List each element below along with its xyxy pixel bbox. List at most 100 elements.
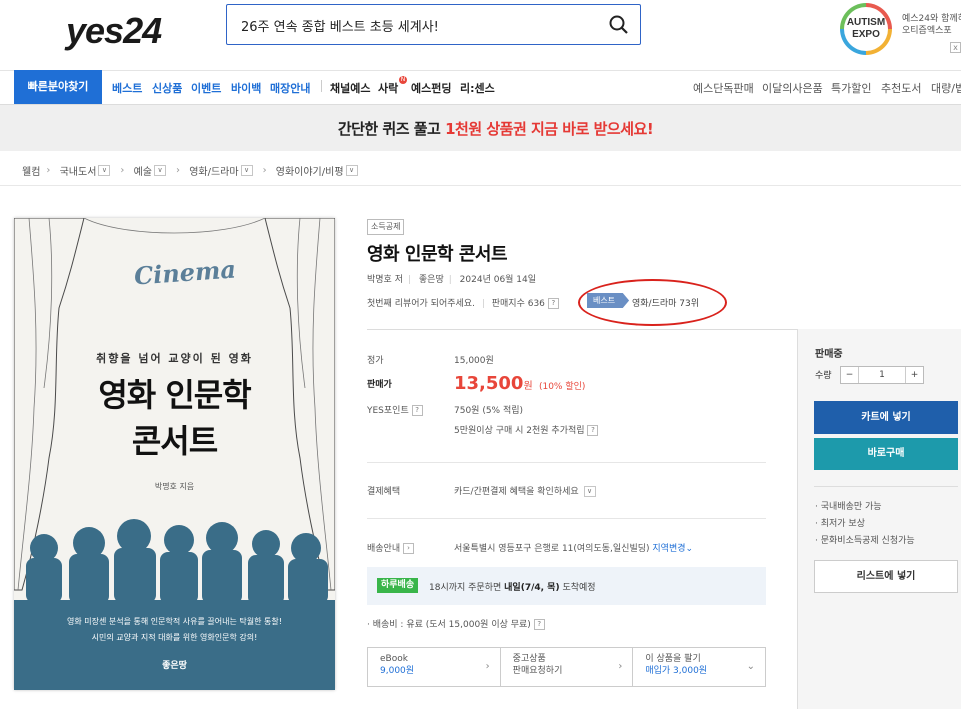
nav-best[interactable]: 베스트	[112, 80, 142, 96]
region-change-link[interactable]: 지역변경	[652, 544, 685, 554]
quantity-minus-button[interactable]: −	[841, 367, 858, 383]
nav-gift[interactable]: 이달의사은품	[762, 80, 823, 96]
chevron-right-icon[interactable]: ›	[403, 543, 414, 554]
cover-author: 박명호 지음	[154, 482, 195, 491]
chevron-down-icon[interactable]: ∨	[345, 165, 358, 176]
nav-buyback[interactable]: 바이백	[231, 80, 261, 96]
help-icon[interactable]: ?	[547, 298, 559, 309]
option-ebook[interactable]: eBook 9,000원 ›	[368, 648, 501, 686]
option-value: 판매요청하기	[512, 666, 563, 676]
nav-top-border	[0, 70, 961, 71]
chevron-down-icon[interactable]: ∨	[240, 165, 253, 176]
autism-expo-badge[interactable]: AUTISM EXPO	[840, 3, 892, 55]
expo-promo-text[interactable]: 예스24와 함께하는 오티즘엑스포	[902, 13, 961, 37]
book-cover[interactable]: Cinema 취향을 넘어 교양이 된 영화 영화 인문학 콘서트 박명호 지음…	[14, 218, 335, 690]
add-to-wishlist-button[interactable]: 리스트에 넣기	[814, 560, 958, 593]
nav-new[interactable]: 신상품	[152, 80, 182, 96]
review-link[interactable]: 첫번째 리뷰어가 되어주세요.	[367, 299, 475, 309]
cover-publisher: 좋은땅	[162, 661, 187, 671]
option-value: 9,000원	[380, 666, 415, 676]
shipping-fee-text: 배송비 : 유료 (도서 15,000원 이상 무료)	[372, 620, 531, 630]
author-link[interactable]: 박명호 저	[367, 275, 403, 285]
extra-point: 5만원이상 구매 시 2천원 추가적립 ?	[454, 423, 599, 436]
delivery-estimate-date: 내일(7/4, 목)	[504, 583, 560, 593]
product-meta: 박명호 저 | 좋은땅 | 2024년 06월 14일	[367, 275, 537, 285]
add-to-cart-button[interactable]: 카트에 넣기	[814, 401, 958, 434]
search-icon[interactable]	[608, 14, 630, 36]
search-input[interactable]: 26주 연속 종합 베스트 초등 세계사!	[241, 16, 439, 35]
yes24-logo[interactable]: yes24	[66, 10, 162, 52]
delivery-estimate-prefix: 18시까지 주문하면	[429, 583, 505, 593]
quantity-plus-button[interactable]: +	[906, 367, 923, 383]
nav-channel-yes[interactable]: 채널예스	[330, 80, 370, 96]
nav-exclusive[interactable]: 예스단독판매	[693, 80, 754, 96]
section-divider	[367, 462, 766, 463]
option-value: 매입가 3,000원	[645, 666, 708, 676]
search-box[interactable]: 26주 연속 종합 베스트 초등 세계사!	[226, 4, 641, 45]
delivery-address: 서울특별시 영등포구 은행로 11(여의도동,일신빌딩) 지역변경⌄	[454, 541, 693, 554]
option-title: 중고상품	[512, 654, 546, 664]
buy-now-button[interactable]: 바로구매	[814, 438, 958, 470]
quick-category-button[interactable]: 빠른분야찾기	[14, 70, 102, 104]
quiz-banner-text[interactable]: 간단한 퀴즈 풀고 1천원 상품권 지금 바로 받으세요!	[0, 118, 961, 139]
chevron-down-icon[interactable]: ∨	[154, 165, 166, 176]
publish-date: 2024년 06월 14일	[459, 275, 537, 285]
breadcrumb-film-criticism[interactable]: 영화이야기/비평	[276, 163, 344, 178]
quantity-input[interactable]: 1	[858, 367, 906, 383]
nav-license[interactable]: 리:센스	[460, 80, 495, 96]
chevron-right-icon: ›	[262, 165, 267, 176]
section-divider	[367, 518, 766, 519]
chevron-right-icon: ›	[485, 661, 490, 672]
payment-benefit-text: 카드/간편결제 혜택을 확인하세요	[454, 487, 579, 497]
nav-bulk[interactable]: 대량/법	[931, 80, 961, 96]
cover-subtitle: 취향을 넘어 교양이 된 영화	[96, 352, 253, 365]
nav-sarak[interactable]: 사락	[378, 80, 398, 96]
breadcrumb-welcome[interactable]: 웰컴	[22, 163, 40, 178]
nav-event[interactable]: 이벤트	[191, 80, 221, 96]
chevron-down-icon[interactable]: ∨	[98, 165, 111, 176]
publisher-link[interactable]: 좋은땅	[419, 275, 444, 285]
notice-domestic: · 국내배송만 가능	[815, 502, 882, 512]
yes-point-value: 750원 (5% 적립)	[454, 406, 524, 416]
chevron-right-icon: ›	[176, 165, 180, 176]
yes-point-label: YES포인트 ?	[367, 403, 423, 416]
chevron-right-icon: ›	[46, 165, 51, 176]
option-used[interactable]: 중고상품 판매요청하기 ›	[501, 648, 634, 686]
quantity-stepper[interactable]: − 1 +	[840, 366, 924, 384]
banner-text-plain: 간단한 퀴즈 풀고	[337, 120, 446, 138]
purchase-options: eBook 9,000원 › 중고상품 판매요청하기 › 이 상품을 팔기 매입…	[367, 647, 766, 687]
sale-price: 13,500원 (10% 할인)	[454, 373, 585, 394]
help-icon[interactable]: ?	[411, 405, 423, 416]
nav-funding[interactable]: 예스펀딩	[411, 80, 451, 96]
breadcrumb-film-drama[interactable]: 영화/드라마	[189, 163, 238, 178]
payment-benefit-label: 결제혜택	[367, 487, 401, 497]
new-badge: N	[399, 76, 407, 84]
breadcrumb-domestic[interactable]: 국내도서	[60, 163, 97, 178]
payment-benefit-value[interactable]: 카드/간편결제 혜택을 확인하세요 ∨	[454, 484, 600, 497]
nav-discount[interactable]: 특가할인	[831, 80, 871, 96]
nav-store[interactable]: 매장안내	[270, 80, 310, 96]
breadcrumb: 웰컴 › 국내도서 ∨ › 예술 ∨ › 영화/드라마 ∨ › 영화이야기/비평 ∨	[22, 163, 362, 178]
expo-text-line2: 오티즘엑스포	[902, 26, 952, 36]
list-price-label: 정가	[367, 356, 384, 366]
option-title: 이 상품을 팔기	[645, 654, 701, 664]
expo-text-line1: 예스24와 함께하는	[902, 14, 961, 24]
option-sell[interactable]: 이 상품을 팔기 매입가 3,000원 ⌄	[633, 648, 765, 686]
chevron-down-icon[interactable]: ∨	[583, 486, 596, 497]
nav-recommend[interactable]: 추천도서	[881, 80, 921, 96]
cover-desc-line2: 시민의 교양과 지적 대화를 위한 영화인문학 강의!	[91, 633, 258, 642]
close-icon[interactable]: x	[950, 42, 961, 53]
tax-deduction-tag: 소득공제	[367, 219, 405, 235]
banner-text-highlight: 1천원 상품권 지금 바로 받으세요!	[445, 120, 654, 138]
chevron-down-icon[interactable]: ⌄	[686, 544, 694, 554]
breadcrumb-divider	[0, 185, 961, 186]
help-icon[interactable]: ?	[533, 619, 545, 630]
help-icon[interactable]: ?	[587, 425, 599, 436]
breadcrumb-art[interactable]: 예술	[134, 163, 152, 178]
delivery-label-text: 배송안내	[367, 544, 401, 554]
nav-divider	[321, 80, 322, 92]
option-title: eBook	[380, 654, 408, 664]
cover-title-line2: 콘서트	[131, 422, 218, 460]
product-title: 영화 인문학 콘서트	[367, 244, 508, 265]
delivery-address-text: 서울특별시 영등포구 은행로 11(여의도동,일신빌딩)	[454, 544, 650, 554]
